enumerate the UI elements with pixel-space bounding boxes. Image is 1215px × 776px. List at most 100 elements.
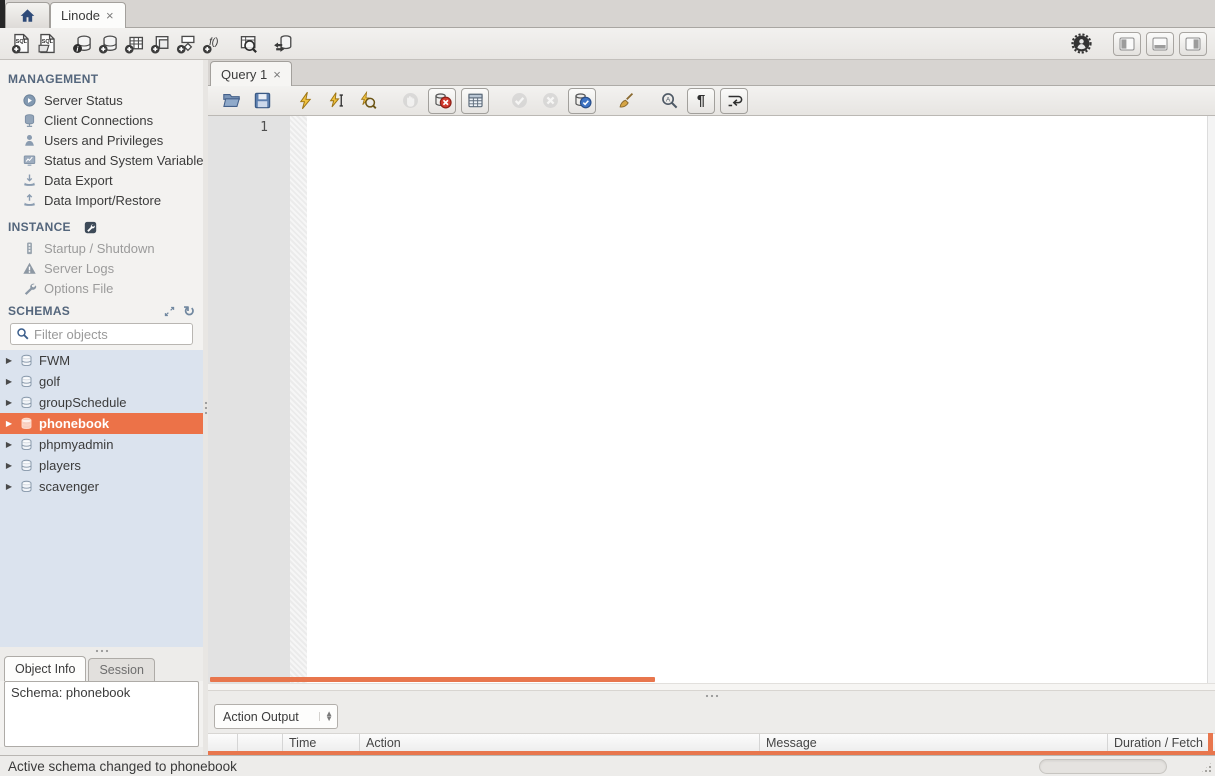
preferences-button[interactable] (1068, 31, 1094, 57)
schema-filter-input[interactable] (34, 327, 187, 342)
beautify-button[interactable] (613, 89, 639, 113)
open-sql-script-button[interactable]: SQL (34, 31, 60, 57)
create-schema-button[interactable] (95, 31, 121, 57)
sidebar-item-status-variables[interactable]: Status and System Variables (0, 150, 203, 170)
reconnect-dbms-icon (272, 33, 293, 54)
sidebar-item-data-export[interactable]: Data Export (0, 170, 203, 190)
expander-icon[interactable]: ▶ (4, 398, 14, 407)
create-procedure-button[interactable] (173, 31, 199, 57)
info-panel-splitter[interactable] (0, 647, 203, 655)
output-column-action[interactable]: Action (360, 734, 760, 751)
create-view-button[interactable] (147, 31, 173, 57)
sidebar-item-data-import[interactable]: Data Import/Restore (0, 190, 203, 210)
editor-v-scrollbar[interactable] (1207, 116, 1215, 690)
rollback-button[interactable] (537, 89, 563, 113)
expander-icon[interactable]: ▶ (4, 356, 14, 365)
instance-admin-icon (84, 221, 97, 234)
schema-item-golf[interactable]: ▶golf (0, 371, 203, 392)
output-v-scrollbar[interactable] (1208, 733, 1213, 755)
output-column-blank-1[interactable] (238, 734, 283, 751)
schema-name: scavenger (39, 479, 99, 494)
execute-current-button[interactable] (323, 89, 349, 113)
sidebar-item-client-connections[interactable]: Client Connections (0, 110, 203, 130)
search-table-data-button[interactable] (234, 31, 260, 57)
toggle-wrap-button[interactable] (720, 88, 748, 114)
save-script-button[interactable] (249, 89, 275, 113)
refresh-schemas-icon[interactable]: ↻ (183, 304, 195, 318)
create-schema-icon (98, 33, 119, 54)
sidebar: MANAGEMENT Server StatusClient Connectio… (0, 60, 203, 755)
schema-inspector-button[interactable]: i (69, 31, 95, 57)
create-table-icon (124, 33, 145, 54)
limit-rows-button[interactable] (461, 88, 489, 114)
sidebar-item-label: Status and System Variables (44, 153, 203, 168)
output-column-duration-fetch[interactable]: Duration / Fetch (1108, 734, 1215, 751)
expander-icon[interactable]: ▶ (4, 482, 14, 491)
status-message: Active schema changed to phonebook (8, 759, 237, 774)
tab-label: Session (99, 663, 143, 677)
create-function-button[interactable]: f() (199, 31, 225, 57)
output-column-blank-0[interactable] (208, 734, 238, 751)
expander-icon[interactable]: ▶ (4, 440, 14, 449)
close-icon[interactable]: × (273, 67, 281, 82)
expander-icon[interactable]: ▶ (4, 377, 14, 386)
tab-connection-linode[interactable]: Linode × (50, 2, 126, 28)
create-view-icon (150, 33, 171, 54)
toggle-bottom-panel-button[interactable] (1146, 32, 1174, 56)
toggle-right-panel-button[interactable] (1179, 32, 1207, 56)
line-number: 1 (208, 120, 290, 135)
commit-button[interactable] (506, 89, 532, 113)
main-toolbar: SQLSQL i f() (0, 28, 1215, 60)
output-type-value: Action Output (223, 710, 299, 724)
expander-icon[interactable]: ▶ (4, 419, 14, 428)
reconnect-dbms-button[interactable] (269, 31, 295, 57)
sidebar-item-server-status[interactable]: Server Status (0, 90, 203, 110)
sidebar-item-users-privileges[interactable]: Users and Privileges (0, 130, 203, 150)
sidebar-item-server-logs[interactable]: Server Logs (0, 258, 203, 278)
sql-editor-region: 1 (208, 116, 1215, 690)
query-tab-label: Query 1 (221, 67, 267, 82)
schema-item-phonebook[interactable]: ▶phonebook (0, 413, 203, 434)
stop-button[interactable] (397, 89, 423, 113)
tab-query-1[interactable]: Query 1 × (210, 61, 292, 86)
toggle-bottom-panel-icon (1151, 36, 1169, 52)
output-splitter[interactable] (208, 690, 1215, 700)
schema-item-players[interactable]: ▶players (0, 455, 203, 476)
output-column-time[interactable]: Time (283, 734, 360, 751)
fold-margin (290, 116, 307, 690)
show-invisibles-button[interactable]: ¶ (687, 88, 715, 114)
sql-editor[interactable] (307, 116, 1207, 690)
schema-db-icon (19, 374, 34, 389)
tab-home[interactable] (5, 2, 50, 28)
sidebar-item-options-file[interactable]: Options File (0, 278, 203, 298)
execute-button[interactable] (292, 89, 318, 113)
beautify-icon (617, 91, 636, 110)
sidebar-item-startup-shutdown[interactable]: Startup / Shutdown (0, 238, 203, 258)
schema-item-phpmyadmin[interactable]: ▶phpmyadmin (0, 434, 203, 455)
new-sql-tab-icon: SQL (11, 33, 32, 54)
schema-item-FWM[interactable]: ▶FWM (0, 350, 203, 371)
explain-button[interactable] (354, 89, 380, 113)
new-sql-tab-button[interactable]: SQL (8, 31, 34, 57)
output-type-select[interactable]: Action Output ▲▼ (214, 704, 338, 729)
expander-icon[interactable]: ▶ (4, 461, 14, 470)
toggle-left-panel-button[interactable] (1113, 32, 1141, 56)
tab-object-info[interactable]: Object Info (4, 656, 86, 681)
editor-h-scrollbar[interactable] (210, 677, 655, 682)
output-column-message[interactable]: Message (760, 734, 1108, 751)
expand-schemas-icon[interactable] (163, 305, 176, 318)
tab-session[interactable]: Session (88, 658, 154, 681)
close-icon[interactable]: × (105, 9, 115, 22)
find-button[interactable]: A (656, 89, 682, 113)
schema-db-icon (19, 479, 34, 494)
schema-item-scavenger[interactable]: ▶ scavenger (0, 476, 203, 497)
resize-grip-icon[interactable] (1200, 761, 1213, 774)
toggle-stop-on-error-button[interactable] (428, 88, 456, 114)
create-table-button[interactable] (121, 31, 147, 57)
execute-icon (296, 91, 315, 110)
schema-name: groupSchedule (39, 395, 126, 410)
options-file-icon (22, 281, 37, 296)
toggle-autocommit-button[interactable] (568, 88, 596, 114)
schema-item-groupSchedule[interactable]: ▶ groupSchedule (0, 392, 203, 413)
open-script-button[interactable] (218, 89, 244, 113)
